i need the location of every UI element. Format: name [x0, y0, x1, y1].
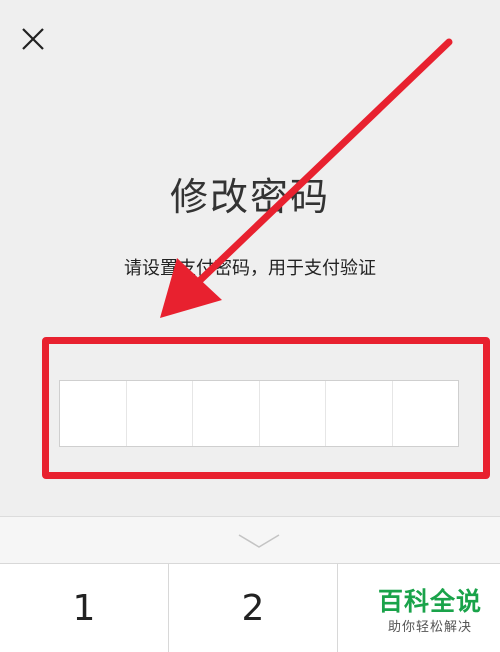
- page-title: 修改密码: [169, 175, 330, 219]
- key-2[interactable]: 2: [169, 564, 338, 652]
- key-1[interactable]: 1: [0, 564, 169, 652]
- chevron-down-icon: [238, 534, 280, 548]
- watermark-tagline: 助你轻松解决: [387, 620, 472, 635]
- watermark-title: 百科全说: [377, 587, 482, 616]
- content-area: 修改密码 请设置支付密码，用于支付验证: [0, 0, 500, 516]
- close-button[interactable]: [14, 20, 52, 58]
- page-subtitle: 请设置支付密码，用于支付验证: [124, 258, 376, 279]
- close-icon: [22, 28, 44, 50]
- keyboard-collapse-button[interactable]: [0, 517, 500, 563]
- annotation-highlight-box: [42, 337, 490, 479]
- watermark-logo: 百科全说 助你轻松解决: [368, 586, 492, 646]
